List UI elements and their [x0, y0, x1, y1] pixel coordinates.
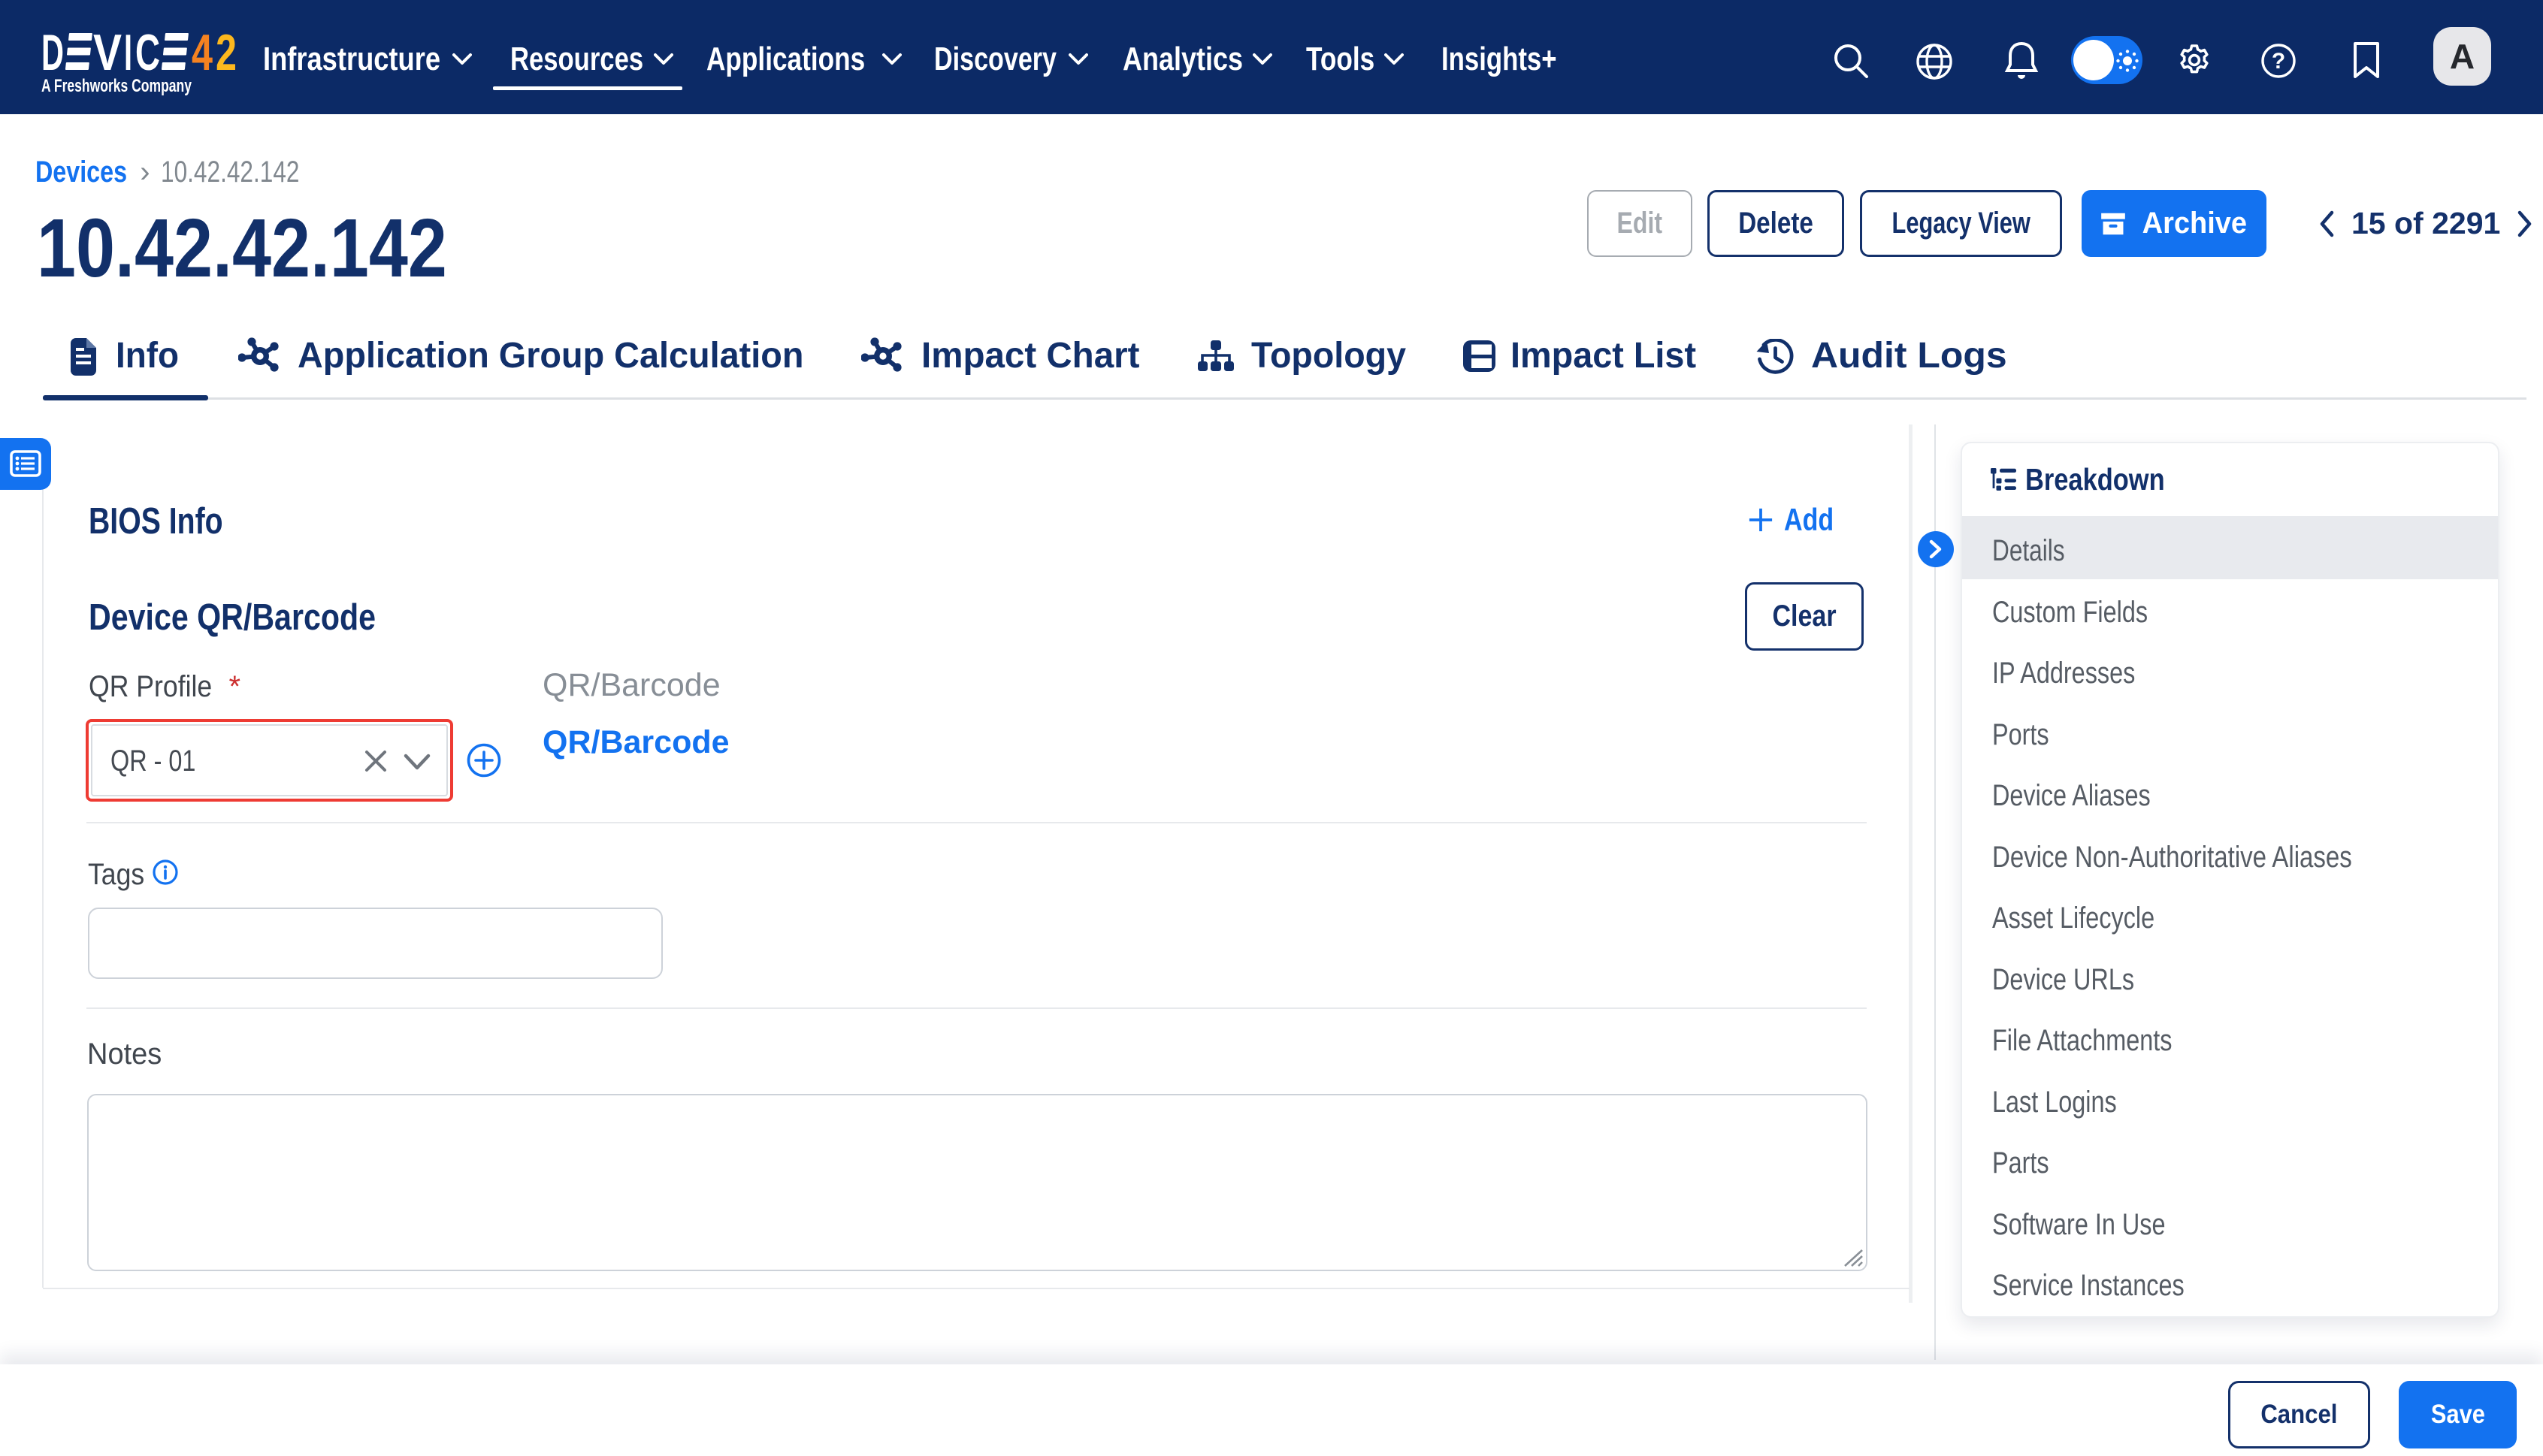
svg-text:I: I: [124, 29, 132, 81]
svg-text:C: C: [135, 29, 160, 81]
svg-text:V: V: [93, 29, 122, 81]
svg-text:2: 2: [216, 29, 237, 81]
svg-text:A Freshworks Company: A Freshworks Company: [41, 76, 192, 96]
svg-text:?: ?: [2272, 49, 2285, 74]
svg-text:4: 4: [192, 29, 213, 81]
svg-text:D: D: [41, 29, 64, 81]
